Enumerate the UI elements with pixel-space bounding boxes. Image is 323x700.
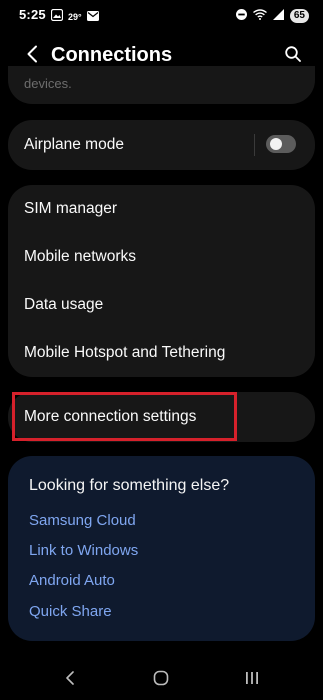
- gallery-notification-icon: [50, 8, 64, 26]
- status-right-icons: 65: [235, 7, 309, 25]
- list-item-label: Mobile Hotspot and Tethering: [24, 344, 226, 361]
- status-time: 5:25: [19, 7, 46, 22]
- toggle-knob: [270, 138, 282, 150]
- list-item-label: SIM manager: [24, 200, 118, 217]
- divider: [254, 134, 255, 156]
- wifi-icon: [252, 7, 267, 25]
- nav-home-button[interactable]: [146, 666, 176, 694]
- back-icon: [65, 670, 75, 690]
- nav-back-button[interactable]: [55, 666, 85, 694]
- samsung-cloud-link[interactable]: Samsung Cloud: [29, 512, 136, 529]
- suggestions-title: Looking for something else?: [29, 477, 230, 494]
- status-bar: 5:25 29° 65: [0, 0, 323, 30]
- home-icon: [153, 670, 169, 691]
- network-settings-card: SIM manager Mobile networks Data usage M…: [8, 185, 315, 377]
- link-to-windows-link[interactable]: Link to Windows: [29, 542, 138, 559]
- page-title: Connections: [51, 44, 173, 66]
- list-item-label: Data usage: [24, 296, 104, 313]
- airplane-mode-toggle[interactable]: [266, 135, 296, 153]
- partial-description: devices.: [24, 76, 72, 91]
- suggestions-card: Looking for something else? Samsung Clou…: [8, 456, 315, 641]
- android-auto-link[interactable]: Android Auto: [29, 572, 115, 589]
- status-left-icons: 29°: [50, 8, 99, 26]
- highlight-annotation: [12, 392, 237, 441]
- mobile-hotspot-item[interactable]: Mobile Hotspot and Tethering: [8, 329, 315, 377]
- mail-icon: [86, 8, 99, 26]
- system-nav-bar: [0, 660, 323, 700]
- airplane-mode-card[interactable]: Airplane mode: [8, 120, 315, 170]
- scrolled-card[interactable]: devices.: [8, 66, 315, 104]
- data-usage-item[interactable]: Data usage: [8, 281, 315, 329]
- nav-recents-button[interactable]: [237, 666, 267, 694]
- recents-icon: [245, 671, 259, 690]
- chevron-left-icon: [26, 45, 38, 68]
- sim-manager-item[interactable]: SIM manager: [8, 185, 315, 233]
- signal-icon: [272, 7, 284, 25]
- search-icon: [285, 45, 301, 67]
- mobile-networks-item[interactable]: Mobile networks: [8, 233, 315, 281]
- list-item-label: Mobile networks: [24, 248, 136, 265]
- airplane-mode-label: Airplane mode: [24, 136, 124, 153]
- quick-share-link[interactable]: Quick Share: [29, 603, 112, 620]
- battery-indicator: 65: [289, 9, 309, 23]
- dnd-icon: [235, 7, 247, 25]
- temperature-text: 29°: [68, 12, 82, 22]
